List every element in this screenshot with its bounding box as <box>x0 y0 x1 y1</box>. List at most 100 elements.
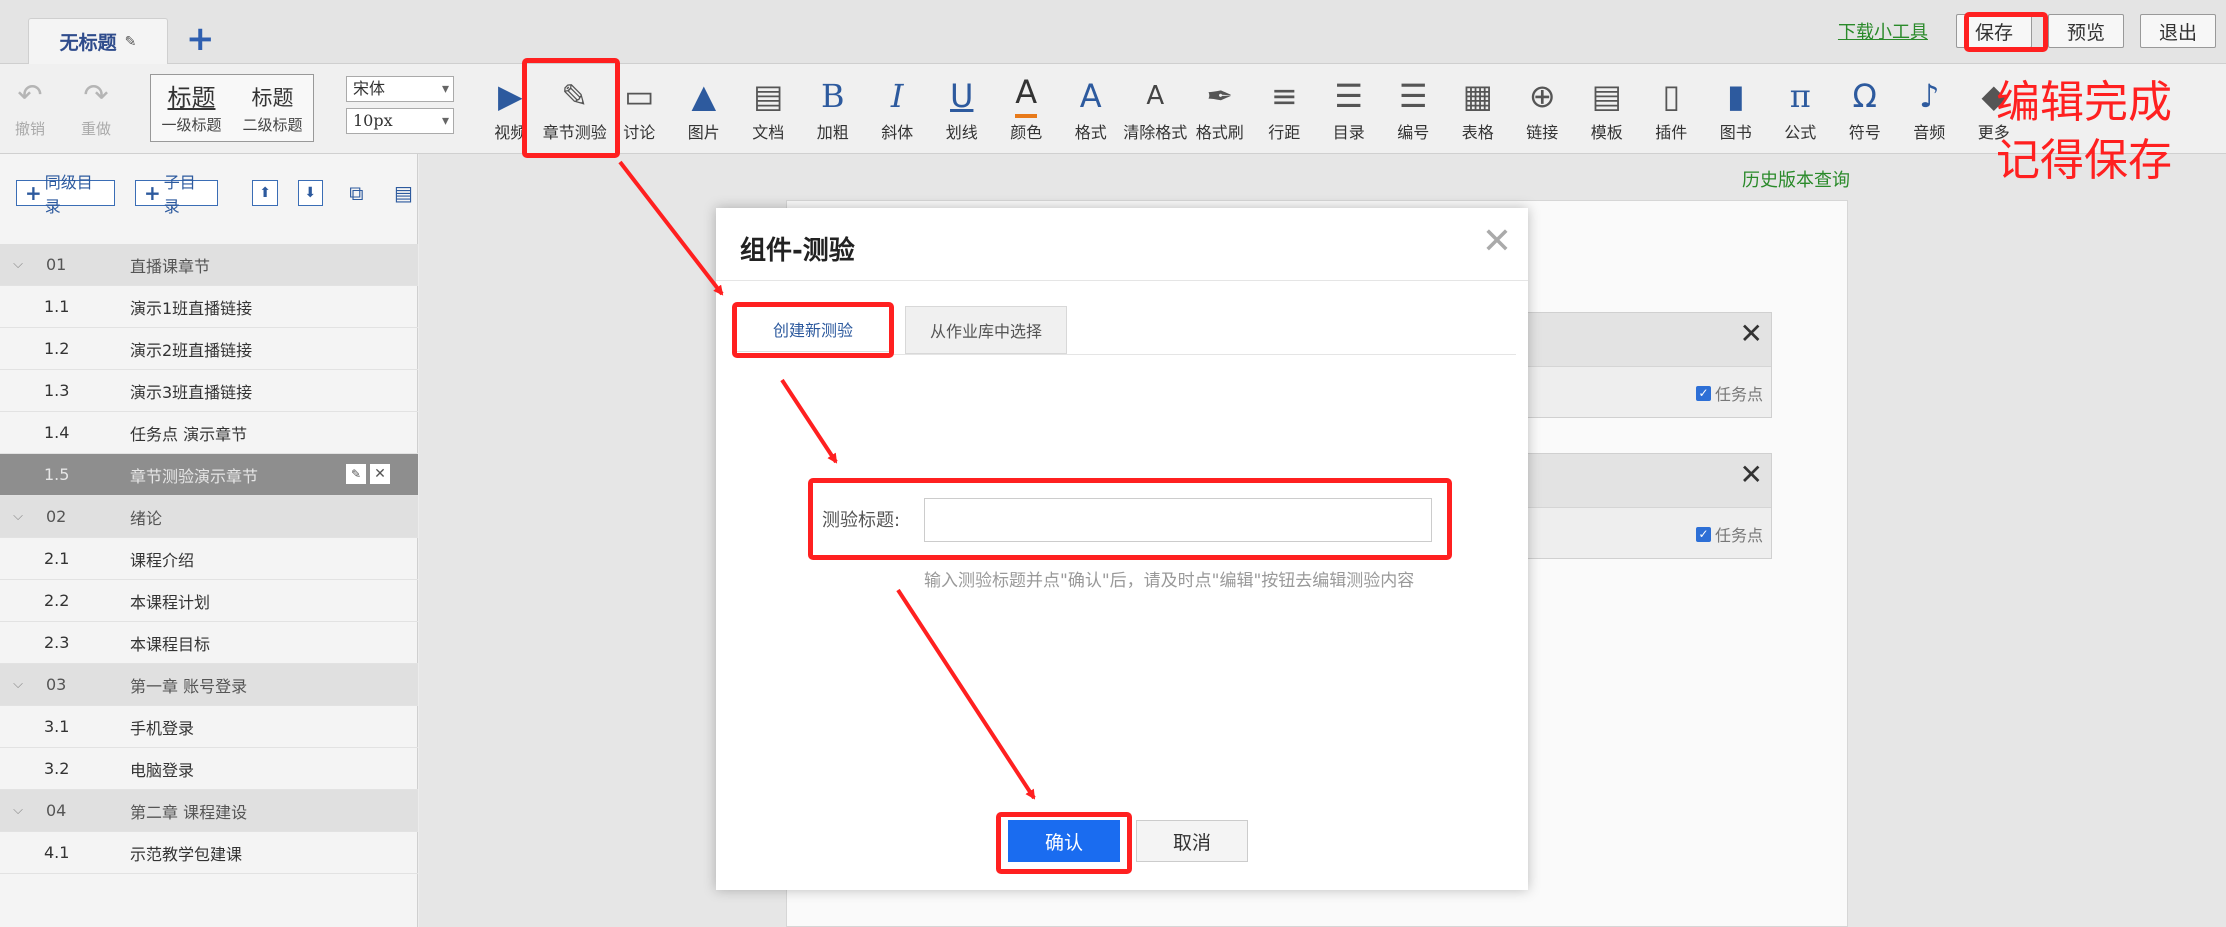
chapter-row[interactable]: ⌵ 03 第一章 账号登录 <box>0 664 418 706</box>
section-row[interactable]: 2.1 课程介绍 <box>0 538 418 580</box>
embedded-component[interactable]: ✕ ✓ 任务点 <box>1522 453 1772 559</box>
formula-tool[interactable]: π 公式 <box>1768 70 1833 144</box>
section-row[interactable]: 1.3 演示3班直播链接 <box>0 370 418 412</box>
plugin-tool[interactable]: ▯ 插件 <box>1639 70 1704 144</box>
chapter-row[interactable]: ⌵ 01 直播课章节 <box>0 244 418 286</box>
discussion-icon: ▭ <box>624 77 655 115</box>
clear-format-icon: A <box>1146 81 1165 111</box>
book-tool[interactable]: ▮ 图书 <box>1704 70 1769 144</box>
chapter-quiz-tool[interactable]: ✎ 章节测验 <box>543 70 608 144</box>
undo-button[interactable]: ↶ 撤销 <box>10 74 50 139</box>
italic-tool[interactable]: I 斜体 <box>865 70 930 144</box>
add-child-button[interactable]: + 子目录 <box>134 173 219 216</box>
document-tab[interactable]: 无标题 ✎ <box>28 18 168 64</box>
toc-icon: ☰ <box>1334 77 1364 115</box>
color-icon: A <box>1015 70 1038 118</box>
history-version-link[interactable]: 历史版本查询 <box>1742 166 1850 192</box>
section-row[interactable]: 1.1 演示1班直播链接 <box>0 286 418 328</box>
chevron-down-icon[interactable]: ⌵ <box>0 803 28 818</box>
quiz-title-input[interactable] <box>924 498 1432 542</box>
undo-icon: ↶ <box>17 78 43 113</box>
quiz-title-label: 测验标题: <box>822 510 901 531</box>
undo-label: 撤销 <box>14 120 45 138</box>
section-row[interactable]: 2.3 本课程目标 <box>0 622 418 664</box>
template-label: 模板 <box>1590 123 1623 142</box>
annotation-line1: 编辑完成 <box>1996 77 2172 128</box>
table-tool[interactable]: ▦ 表格 <box>1446 70 1511 144</box>
link-tool[interactable]: ⊕ 链接 <box>1510 70 1575 144</box>
row-title: 章节测验演示章节 <box>130 466 259 486</box>
download-tool-link[interactable]: 下载小工具 <box>1838 18 1928 44</box>
exit-button[interactable]: 退出 <box>2139 14 2216 48</box>
add-tab-button[interactable]: + <box>186 22 215 56</box>
confirm-button[interactable]: 确认 <box>1008 820 1120 862</box>
heading1-button[interactable]: 标题 一级标题 <box>161 82 221 135</box>
embedded-component[interactable]: ✕ ✓ 任务点 <box>1522 312 1772 418</box>
image-tool[interactable]: ▲ 图片 <box>672 70 737 144</box>
audio-tool[interactable]: ♪ 音频 <box>1897 70 1962 144</box>
audio-icon: ♪ <box>1919 77 1940 115</box>
clear-format-label: 清除格式 <box>1123 123 1188 142</box>
task-point-checkbox[interactable]: ✓ 任务点 <box>1695 381 1763 405</box>
discussion-tool[interactable]: ▭ 讨论 <box>607 70 672 144</box>
underline-label: 划线 <box>945 123 978 142</box>
heading2-button[interactable]: 标题 二级标题 <box>242 82 302 135</box>
section-row[interactable]: 1.4 任务点 演示章节 <box>0 412 418 454</box>
tab-create-quiz[interactable]: 创建新测验 <box>736 306 890 352</box>
section-row[interactable]: 1.2 演示2班直播链接 <box>0 328 418 370</box>
book-icon: ▮ <box>1726 77 1745 115</box>
chapter-row[interactable]: ⌵ 02 绪论 <box>0 496 418 538</box>
pencil-icon[interactable]: ✎ <box>125 34 137 50</box>
format-painter-tool[interactable]: ✒ 格式刷 <box>1188 70 1253 144</box>
chevron-down-icon[interactable]: ⌵ <box>0 677 28 692</box>
save-button[interactable]: 保存 <box>1955 14 2032 48</box>
row-number: 03 <box>46 675 67 694</box>
row-number: 2.1 <box>44 549 70 568</box>
row-title: 第一章 账号登录 <box>130 676 248 696</box>
clear-format-tool[interactable]: A 清除格式 <box>1123 70 1188 144</box>
redo-button[interactable]: ↷ 重做 <box>76 74 116 139</box>
close-icon[interactable]: ✕ <box>1740 317 1763 350</box>
toc-tool[interactable]: ☰ 目录 <box>1317 70 1382 144</box>
row-title: 任务点 演示章节 <box>130 424 248 444</box>
list-settings-icon[interactable]: ▤ <box>390 180 417 206</box>
tab-select-from-library[interactable]: 从作业库中选择 <box>905 306 1067 354</box>
section-row[interactable]: 4.1 示范教学包建课 <box>0 832 418 874</box>
chapter-row[interactable]: ⌵ 04 第二章 课程建设 <box>0 790 418 832</box>
chevron-down-icon[interactable]: ⌵ <box>0 257 28 272</box>
section-row[interactable]: 3.2 电脑登录 <box>0 748 418 790</box>
task-point-checkbox[interactable]: ✓ 任务点 <box>1695 522 1763 546</box>
bold-tool[interactable]: B 加粗 <box>801 70 866 144</box>
divider <box>736 354 1516 355</box>
video-label: 视频 <box>494 123 527 142</box>
numbering-tool[interactable]: ☰ 编号 <box>1381 70 1446 144</box>
template-tool[interactable]: ▤ 模板 <box>1575 70 1640 144</box>
close-icon[interactable]: ✕ <box>1740 458 1763 491</box>
line-spacing-icon: ≡ <box>1270 77 1298 115</box>
add-sibling-button[interactable]: + 同级目录 <box>16 173 115 216</box>
document-tool[interactable]: ▤ 文档 <box>736 70 801 144</box>
underline-tool[interactable]: U 划线 <box>930 70 995 144</box>
cancel-button[interactable]: 取消 <box>1136 820 1248 862</box>
preview-button[interactable]: 预览 <box>2047 14 2124 48</box>
move-down-icon[interactable]: ⬇ <box>297 180 323 206</box>
font-size-select[interactable]: 10px <box>346 108 454 134</box>
delete-icon[interactable]: ✕ <box>370 464 390 484</box>
symbol-tool[interactable]: Ω 符号 <box>1833 70 1898 144</box>
close-icon[interactable]: ✕ <box>1482 222 1512 262</box>
color-tool[interactable]: A 颜色 <box>994 70 1059 144</box>
format-tool[interactable]: A 格式 <box>1059 70 1124 144</box>
edit-icon[interactable]: ✎ <box>346 464 366 484</box>
annotation-line2: 记得保存 <box>1996 135 2172 186</box>
section-row[interactable]: 1.5 章节测验演示章节 ✎ ✕ <box>0 454 418 496</box>
add-child-label: 子目录 <box>163 173 196 216</box>
copy-icon[interactable]: ⧉ <box>343 180 370 206</box>
line-spacing-tool[interactable]: ≡ 行距 <box>1252 70 1317 144</box>
section-row[interactable]: 2.2 本课程计划 <box>0 580 418 622</box>
row-title: 电脑登录 <box>130 760 195 780</box>
section-row[interactable]: 3.1 手机登录 <box>0 706 418 748</box>
move-up-icon[interactable]: ⬆ <box>252 180 278 206</box>
chevron-down-icon[interactable]: ⌵ <box>0 509 28 524</box>
font-family-select[interactable]: 宋体 <box>346 76 454 102</box>
video-tool[interactable]: ▶ 视频 <box>478 70 543 144</box>
